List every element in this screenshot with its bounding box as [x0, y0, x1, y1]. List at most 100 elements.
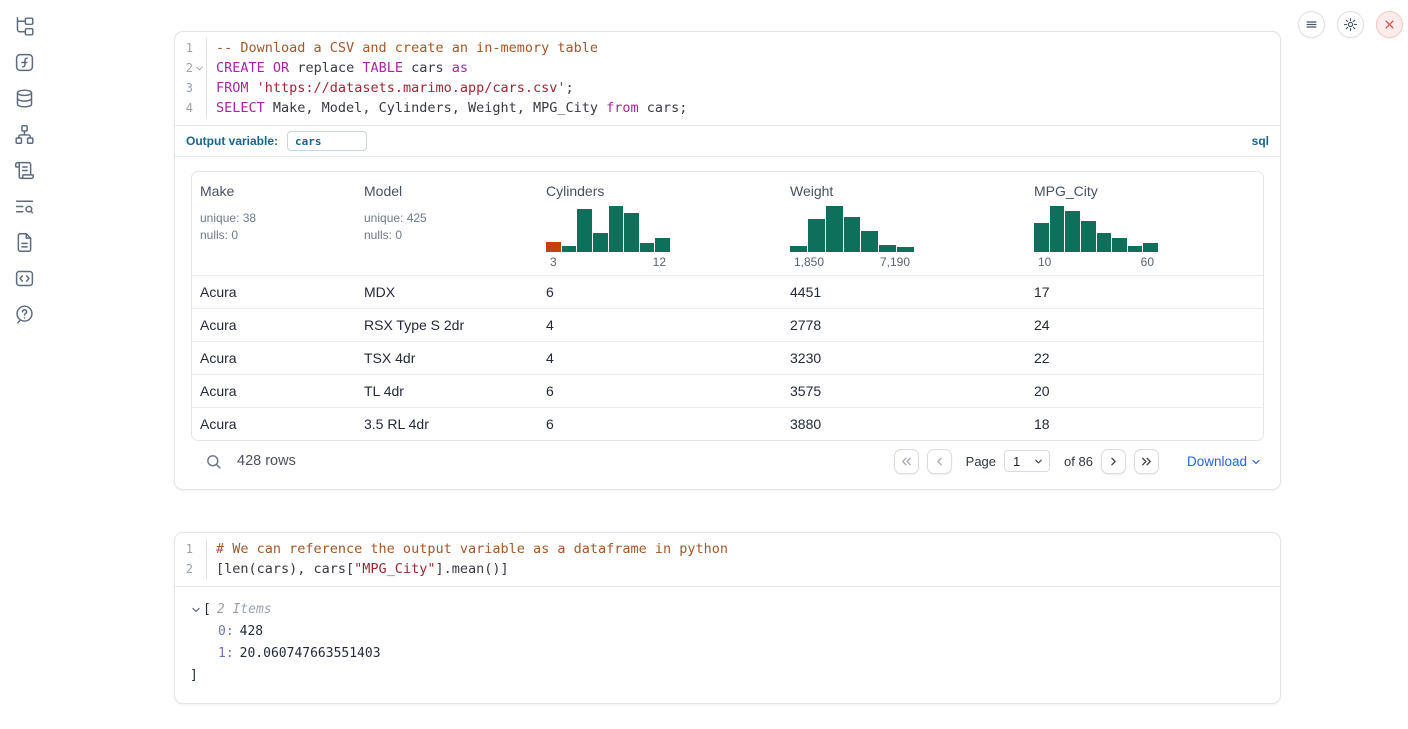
table-row[interactable]: AcuraTL 4dr6357520 [192, 375, 1263, 408]
histogram-bar[interactable] [640, 243, 655, 252]
documentation-icon[interactable] [14, 232, 35, 253]
shutdown-button[interactable] [1376, 11, 1403, 38]
python-cell: 1# We can reference the output variable … [174, 532, 1281, 704]
pagination: Page 1 of 86 Download [894, 449, 1262, 474]
histogram-bar[interactable] [1097, 233, 1112, 252]
histogram-bar[interactable] [1112, 238, 1127, 252]
histogram-axis: 1060 [1034, 255, 1158, 269]
table-cell: 18 [1026, 408, 1263, 441]
table-cell: Acura [192, 375, 356, 408]
table-cell: 6 [538, 276, 782, 309]
sql-output-area: Makeunique: 38nulls: 0 Model unique: 425nu… [175, 157, 1280, 489]
output-variable-input[interactable]: cars [287, 131, 367, 151]
help-icon[interactable] [14, 304, 35, 325]
last-page-button[interactable] [1134, 449, 1159, 474]
histogram-axis: 1,8507,190 [790, 255, 914, 269]
sql-code-editor[interactable]: 1-- Download a CSV and create an in-memo… [175, 32, 1280, 125]
table-cell: 3.5 RL 4dr [356, 408, 538, 441]
column-header-weight[interactable]: Weight 1,8507,190 [782, 172, 1026, 276]
first-page-button[interactable] [894, 449, 919, 474]
code-text: [len(cars), cars["MPG_City"].mean()] [206, 559, 509, 579]
histogram-bar[interactable] [624, 213, 639, 252]
column-histogram[interactable]: 312 [546, 206, 670, 269]
collapse-toggle-icon[interactable] [190, 604, 202, 616]
histogram-bar[interactable] [861, 231, 878, 252]
items-count-label: 2 Items [217, 599, 272, 621]
code-line[interactable]: 1-- Download a CSV and create an in-memo… [175, 38, 1280, 58]
scratchpad-icon[interactable] [14, 160, 35, 181]
column-header-mpg_city[interactable]: MPG_City 1060 [1026, 172, 1263, 276]
list-close-bracket: ] [190, 665, 1265, 687]
column-label: Weight [790, 183, 1018, 199]
table-row[interactable]: AcuraRSX Type S 2dr4277824 [192, 309, 1263, 342]
notebook-menu-button[interactable] [1298, 11, 1325, 38]
code-text: CREATE OR replace TABLE cars as [206, 58, 468, 78]
histogram-bar[interactable] [1034, 223, 1049, 252]
histogram-bar[interactable] [562, 246, 577, 252]
line-number: 2 [175, 58, 205, 78]
column-histogram[interactable]: 1060 [1034, 206, 1158, 269]
table-cell: 20 [1026, 375, 1263, 408]
histogram-bar[interactable] [655, 238, 670, 252]
histogram-bar[interactable] [1065, 211, 1080, 252]
page-select[interactable]: 1 [1004, 450, 1050, 472]
column-label: Make [200, 183, 348, 199]
variables-icon[interactable] [14, 52, 35, 73]
column-label: Model [364, 183, 530, 199]
histogram-bar[interactable] [1128, 246, 1143, 252]
table-cell: Acura [192, 408, 356, 441]
data-sources-icon[interactable] [14, 88, 35, 109]
python-code-editor[interactable]: 1# We can reference the output variable … [175, 533, 1280, 586]
previous-page-button[interactable] [927, 449, 952, 474]
search-icon[interactable] [205, 453, 222, 470]
column-header-model[interactable]: Model unique: 425nulls: 0 [356, 172, 538, 276]
dependency-graph-icon[interactable] [14, 124, 35, 145]
histogram-bar[interactable] [593, 233, 608, 252]
histogram-bar[interactable] [1081, 221, 1096, 252]
download-button[interactable]: Download [1187, 454, 1262, 469]
topbar [1298, 11, 1403, 38]
code-line[interactable]: 3FROM 'https://datasets.marimo.app/cars.… [175, 78, 1280, 98]
settings-button[interactable] [1337, 11, 1364, 38]
code-line[interactable]: 2[len(cars), cars["MPG_City"].mean()] [175, 559, 1280, 579]
histogram-bar[interactable] [577, 209, 592, 252]
histogram-bar[interactable] [844, 217, 861, 252]
item-value: 20.060747663551403 [240, 646, 381, 661]
list-open-bracket: [ [203, 599, 211, 621]
histogram-bar[interactable] [879, 245, 896, 252]
table-cell: 3575 [782, 375, 1026, 408]
histogram-bar[interactable] [546, 242, 561, 252]
table-row[interactable]: AcuraMDX6445117 [192, 276, 1263, 309]
logs-icon[interactable] [14, 196, 35, 217]
data-table: Makeunique: 38nulls: 0 Model unique: 425nu… [191, 171, 1264, 441]
snippets-icon[interactable] [14, 268, 35, 289]
table-cell: 6 [538, 408, 782, 441]
table-cell: 3880 [782, 408, 1026, 441]
language-badge[interactable]: sql [1252, 134, 1269, 148]
column-header-cylinders[interactable]: Cylinders312 [538, 172, 782, 276]
table-row[interactable]: Acura3.5 RL 4dr6388018 [192, 408, 1263, 441]
item-index: 1: [218, 646, 234, 661]
histogram-bar[interactable] [790, 246, 807, 252]
column-label: MPG_City [1034, 183, 1255, 199]
code-text: -- Download a CSV and create an in-memor… [206, 38, 598, 58]
histogram-bar[interactable] [1050, 206, 1065, 252]
code-line[interactable]: 1# We can reference the output variable … [175, 539, 1280, 559]
table-cell: 2778 [782, 309, 1026, 342]
histogram-bar[interactable] [1143, 243, 1158, 252]
fold-chevron-icon[interactable] [194, 63, 205, 74]
histogram-bar[interactable] [808, 219, 825, 252]
next-page-button[interactable] [1101, 449, 1126, 474]
code-line[interactable]: 4SELECT Make, Model, Cylinders, Weight, … [175, 98, 1280, 118]
code-line[interactable]: 2CREATE OR replace TABLE cars as [175, 58, 1280, 78]
histogram-bar[interactable] [609, 206, 624, 252]
file-explorer-icon[interactable] [14, 16, 35, 37]
page-label: Page [966, 454, 996, 469]
table-row[interactable]: AcuraTSX 4dr4323022 [192, 342, 1263, 375]
histogram-bar[interactable] [897, 247, 914, 252]
line-number: 3 [175, 78, 205, 98]
column-stats: unique: 425nulls: 0 [364, 210, 530, 244]
histogram-bar[interactable] [826, 206, 843, 252]
column-histogram[interactable]: 1,8507,190 [790, 206, 914, 269]
column-header-make[interactable]: Makeunique: 38nulls: 0 [192, 172, 356, 276]
